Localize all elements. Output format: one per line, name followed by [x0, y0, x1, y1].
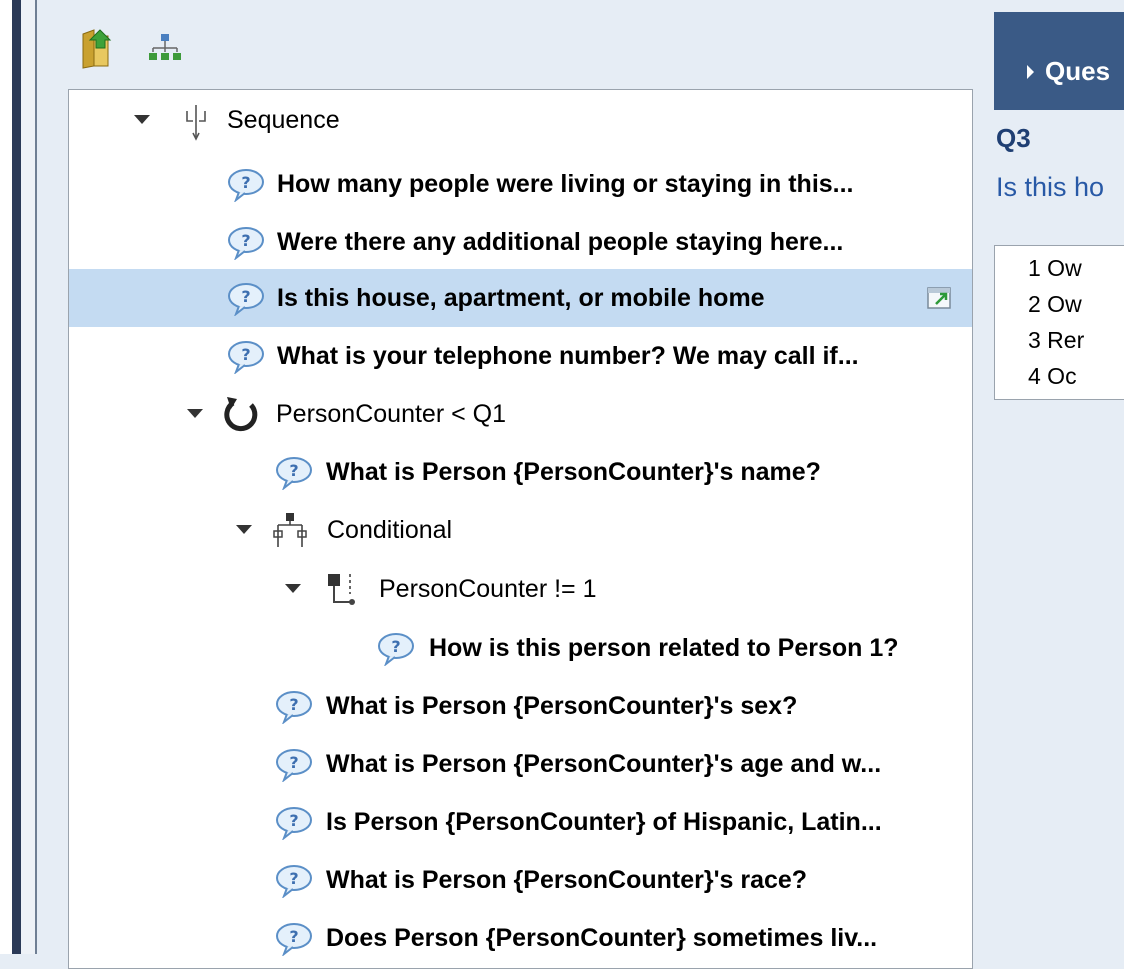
tree-row-label: Sequence — [227, 106, 340, 134]
tree-row-sequence[interactable]: Sequence — [69, 91, 972, 149]
svg-text:?: ? — [241, 287, 250, 306]
tree-row-label: What is Person {PersonCounter}'s name? — [326, 458, 821, 486]
response-option: 1 Ow — [1028, 255, 1082, 281]
tree-row-label: What is Person {PersonCounter}'s sex? — [326, 692, 798, 720]
question-icon: ? — [227, 168, 265, 203]
tree-row-label: What is your telephone number? We may ca… — [277, 342, 859, 370]
svg-text:?: ? — [391, 637, 400, 656]
tree-row-question[interactable]: ? What is Person {PersonCounter}'s age a… — [69, 735, 972, 793]
response-option: 2 Ow — [1028, 291, 1082, 317]
tree-row-label: Does Person {PersonCounter} sometimes li… — [326, 924, 878, 952]
tree-row-branch[interactable]: PersonCounter != 1 — [69, 560, 972, 618]
svg-text:?: ? — [241, 345, 250, 364]
question-section-header[interactable]: Ques — [994, 12, 1124, 110]
tree-row-label: Is Person {PersonCounter} of Hispanic, L… — [326, 808, 882, 836]
question-icon: ? — [275, 806, 313, 841]
svg-text:?: ? — [241, 173, 250, 192]
tree-row-label: What is Person {PersonCounter}'s age and… — [326, 750, 882, 778]
questionnaire-tree[interactable]: Sequence ? How many people were living o… — [68, 89, 973, 969]
svg-text:?: ? — [289, 927, 298, 946]
hierarchy-icon[interactable] — [147, 26, 183, 70]
question-icon: ? — [227, 226, 265, 261]
question-icon: ? — [275, 456, 313, 491]
question-id: Q3 — [996, 123, 1031, 153]
tree-row-question[interactable]: ? How is this person related to Person 1… — [69, 619, 972, 677]
chevron-down-icon[interactable] — [236, 525, 252, 534]
tree-row-question[interactable]: ? What is Person {PersonCounter}'s name? — [69, 443, 972, 501]
question-icon: ? — [275, 690, 313, 725]
question-icon: ? — [275, 864, 313, 899]
response-option: 4 Oc — [1028, 363, 1077, 389]
tree-row-label: PersonCounter != 1 — [379, 575, 597, 603]
conditional-icon — [272, 511, 308, 549]
tree-row-question[interactable]: ? Were there any additional people stayi… — [69, 213, 972, 271]
response-option: 3 Rer — [1028, 327, 1085, 353]
tree-row-question[interactable]: ? What is your telephone number? We may … — [69, 327, 972, 385]
tree-row-loop[interactable]: PersonCounter < Q1 — [69, 385, 972, 443]
chevron-down-icon[interactable] — [187, 409, 203, 418]
chevron-down-icon[interactable] — [134, 115, 150, 124]
loop-icon — [221, 395, 261, 433]
tree-row-label: Is this house, apartment, or mobile home — [277, 284, 765, 312]
tree-row-question[interactable]: ? Is Person {PersonCounter} of Hispanic,… — [69, 793, 972, 851]
question-detail-panel: Ques Q3 Is this ho 1 Ow 2 Ow 3 Rer 4 Oc — [994, 0, 1124, 954]
tree-row-label: How many people were living or staying i… — [277, 170, 854, 198]
question-icon: ? — [275, 922, 313, 957]
tree-row-conditional[interactable]: Conditional — [69, 501, 972, 559]
tree-row-question[interactable]: ? What is Person {PersonCounter}'s race? — [69, 851, 972, 909]
tree-row-question[interactable]: ? How many people were living or staying… — [69, 155, 972, 213]
question-text: Is this ho — [996, 172, 1105, 202]
question-icon: ? — [275, 748, 313, 783]
question-icon: ? — [227, 340, 265, 375]
tree-row-label: How is this person related to Person 1? — [429, 634, 899, 662]
open-folder-icon[interactable] — [80, 26, 116, 70]
tree-row-question[interactable]: ? What is Person {PersonCounter}'s sex? — [69, 677, 972, 735]
svg-text:?: ? — [289, 695, 298, 714]
sequence-icon — [181, 103, 211, 141]
chevron-down-icon[interactable] — [285, 584, 301, 593]
response-options-box: 1 Ow 2 Ow 3 Rer 4 Oc — [994, 245, 1124, 400]
tree-row-question-selected[interactable]: ? Is this house, apartment, or mobile ho… — [69, 269, 972, 327]
tree-row-label: PersonCounter < Q1 — [276, 400, 506, 428]
expand-caret-icon[interactable] — [1027, 65, 1034, 79]
tree-row-label: Conditional — [327, 516, 453, 544]
svg-text:?: ? — [289, 869, 298, 888]
tree-row-question[interactable]: ? Does Person {PersonCounter} sometimes … — [69, 909, 972, 967]
question-icon: ? — [377, 632, 415, 667]
svg-text:?: ? — [241, 231, 250, 250]
svg-text:?: ? — [289, 753, 298, 772]
tree-row-label: What is Person {PersonCounter}'s race? — [326, 866, 808, 894]
svg-text:?: ? — [289, 461, 298, 480]
open-editor-icon[interactable] — [926, 284, 954, 312]
svg-text:?: ? — [289, 811, 298, 830]
section-title: Ques — [1045, 56, 1111, 86]
tree-row-label: Were there any additional people staying… — [277, 228, 844, 256]
question-icon: ? — [227, 282, 265, 317]
branch-icon — [324, 570, 360, 608]
